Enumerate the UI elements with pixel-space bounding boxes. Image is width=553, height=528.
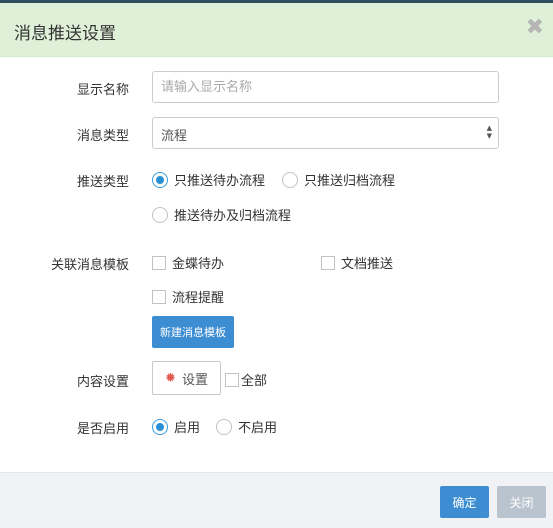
dialog-footer: 确定 关闭 — [0, 472, 553, 528]
enabled-option-off[interactable]: 不启用 — [216, 417, 277, 436]
dialog-header: 消息推送设置 ✖ — [0, 3, 553, 57]
template-option-label: 金蝶待办 — [172, 257, 225, 272]
radio-unchecked-icon — [152, 206, 168, 223]
content-all-checkbox[interactable]: 全部 — [225, 370, 267, 389]
template-option-doc-push[interactable]: 文档推送 — [321, 253, 393, 272]
enabled-label: 是否启用 — [76, 422, 129, 437]
content-all-label: 全部 — [241, 374, 268, 389]
message-type-value: 流程 — [161, 129, 188, 144]
content-label: 内容设置 — [76, 375, 129, 390]
templates-label: 关联消息模板 — [50, 258, 129, 273]
content-setting-button[interactable]: ✹ 设置 — [152, 361, 221, 395]
push-type-option-both[interactable]: 推送待办及归档流程 — [152, 205, 291, 224]
close-icon[interactable]: ✖ — [526, 16, 544, 40]
push-type-option-label: 推送待办及归档流程 — [174, 209, 292, 224]
push-type-label: 推送类型 — [76, 175, 129, 190]
radio-checked-icon — [152, 418, 168, 435]
push-type-option-archive[interactable]: 只推送归档流程 — [282, 170, 395, 189]
display-name-label: 显示名称 — [76, 83, 129, 98]
display-name-input[interactable] — [152, 71, 499, 103]
template-option-kingdee[interactable]: 金蝶待办 — [152, 253, 224, 272]
confirm-button[interactable]: 确定 — [440, 486, 489, 518]
checkbox-icon — [152, 289, 166, 304]
dialog-title: 消息推送设置 — [14, 24, 116, 44]
message-type-select[interactable]: 流程 ▲ ▼ — [152, 117, 499, 149]
gear-icon: ✹ — [165, 370, 176, 386]
push-type-option-todo[interactable]: 只推送待办流程 — [152, 170, 265, 189]
content-setting-label: 设置 — [181, 372, 208, 388]
push-type-option-label: 只推送待办流程 — [174, 174, 266, 189]
enabled-option-label: 不启用 — [238, 421, 278, 436]
push-type-option-label: 只推送归档流程 — [304, 174, 396, 189]
radio-unchecked-icon — [282, 171, 298, 188]
checkbox-icon — [321, 255, 335, 270]
select-arrows-icon: ▲ ▼ — [486, 124, 492, 140]
checkbox-icon — [152, 255, 166, 270]
template-option-label: 文档推送 — [341, 257, 394, 272]
message-type-label: 消息类型 — [76, 129, 129, 144]
enabled-option-label: 启用 — [174, 421, 201, 436]
radio-checked-icon — [152, 171, 168, 188]
template-option-label: 流程提醒 — [172, 291, 225, 306]
checkbox-icon — [225, 372, 239, 387]
close-button[interactable]: 关闭 — [497, 486, 546, 518]
template-option-flow-reminder[interactable]: 流程提醒 — [152, 287, 224, 306]
enabled-option-on[interactable]: 启用 — [152, 417, 200, 436]
radio-unchecked-icon — [216, 418, 232, 435]
new-template-button[interactable]: 新建消息模板 — [152, 316, 234, 348]
